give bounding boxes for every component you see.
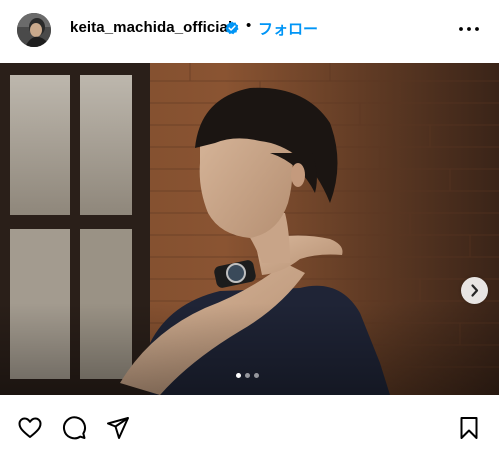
instagram-post: keita_machida_official • フォロー: [0, 0, 499, 453]
carousel-dot: [236, 373, 241, 378]
share-icon: [107, 417, 129, 439]
carousel-dot: [254, 373, 259, 378]
chevron-right-icon: [471, 284, 479, 297]
carousel-next-button[interactable]: [461, 277, 488, 304]
verified-badge-icon: [225, 21, 239, 35]
post-actions: [0, 395, 499, 453]
post-header: keita_machida_official • フォロー: [0, 0, 499, 62]
post-image: [0, 63, 499, 395]
post-photo[interactable]: [0, 63, 499, 395]
share-button[interactable]: [105, 415, 131, 441]
heart-icon: [18, 417, 42, 438]
header-separator: •: [246, 17, 252, 34]
comment-button[interactable]: [61, 415, 87, 441]
username[interactable]: keita_machida_official: [70, 19, 232, 36]
comment-icon: [63, 416, 86, 440]
carousel-indicator: [236, 373, 259, 378]
bookmark-icon: [460, 417, 478, 439]
follow-button[interactable]: フォロー: [258, 18, 318, 39]
avatar-image: [17, 13, 51, 47]
save-button[interactable]: [456, 415, 482, 441]
like-button[interactable]: [17, 415, 43, 441]
more-options-icon[interactable]: [458, 22, 480, 36]
avatar[interactable]: [17, 13, 51, 47]
carousel-dot: [245, 373, 250, 378]
